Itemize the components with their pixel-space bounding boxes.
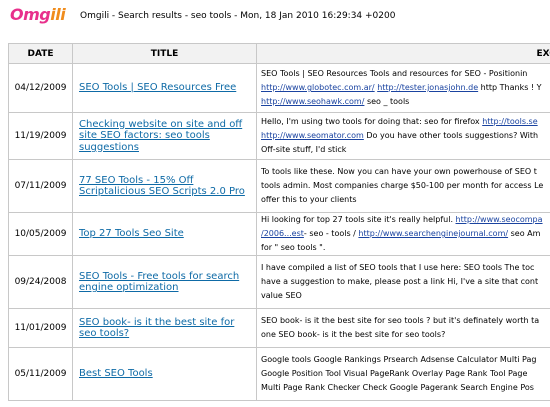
result-excerpt: I have compiled a list of SEO tools that… xyxy=(256,255,550,309)
result-date: 10/05/2009 xyxy=(8,212,73,256)
result-title-cell: SEO book- is it the best site for seo to… xyxy=(72,308,257,348)
omgili-logo[interactable]: Omgili xyxy=(10,5,70,25)
excerpt-text: Google Position Tool Visual PageRank Ove… xyxy=(261,369,528,378)
header-bar: Omgili Omgili - Search results - seo too… xyxy=(0,0,550,40)
result-row: 11/19/2009 Checking website on site and o… xyxy=(8,112,550,160)
excerpt-line: http://www.globotec.com.ar/ http://teste… xyxy=(261,81,550,95)
table-header-row: DATE TITLE EXCE xyxy=(8,43,550,64)
result-title-cell: SEO Tools | SEO Resources Free xyxy=(72,63,257,113)
excerpt-line: To tools like these. Now you can have yo… xyxy=(261,165,550,179)
excerpt-line: offer this to your clients xyxy=(261,193,550,207)
result-date: 09/24/2008 xyxy=(8,255,73,309)
excerpt-text: Off-site stuff, I'd stick xyxy=(261,145,347,154)
excerpt-line: Google tools Google Rankings Prsearch Ad… xyxy=(261,353,550,367)
excerpt-line: http://www.seomator.com Do you have othe… xyxy=(261,129,550,143)
excerpt-line: Hello, I'm using two tools for doing tha… xyxy=(261,115,550,129)
excerpt-text: seo _ tools xyxy=(364,97,410,106)
result-excerpt: Google tools Google Rankings Prsearch Ad… xyxy=(256,347,550,401)
result-title-cell: Best SEO Tools xyxy=(72,347,257,401)
result-title-cell: SEO Tools - Free tools for search engine… xyxy=(72,255,257,309)
excerpt-line: I have compiled a list of SEO tools that… xyxy=(261,261,550,275)
result-row: 09/24/2008 SEO Tools - Free tools for sea… xyxy=(8,255,550,309)
result-date: 04/12/2009 xyxy=(8,63,73,113)
excerpt-text: Google tools Google Rankings Prsearch Ad… xyxy=(261,355,537,364)
excerpt-text: To tools like these. Now you can have yo… xyxy=(261,167,537,176)
excerpt-line: tools admin. Most companies charge $50-1… xyxy=(261,179,550,193)
column-header-title[interactable]: TITLE xyxy=(72,43,257,64)
result-excerpt: SEO book- is it the best site for seo to… xyxy=(256,308,550,348)
excerpt-text: one SEO book- is it the best site for se… xyxy=(261,330,446,339)
result-row: 07/11/2009 77 SEO Tools - 15% Off Scripta… xyxy=(8,159,550,213)
excerpt-line: Multi Page Rank Checker Check Google Pag… xyxy=(261,381,550,395)
excerpt-line: SEO book- is it the best site for seo to… xyxy=(261,314,550,328)
result-title-link[interactable]: SEO Tools - Free tools for search engine… xyxy=(79,271,239,294)
excerpt-line: Hi looking for top 27 tools site it's re… xyxy=(261,214,550,228)
result-date: 05/11/2009 xyxy=(8,347,73,401)
excerpt-link[interactable]: http://www.seocompa xyxy=(456,215,543,224)
excerpt-text: Hello, I'm using two tools for doing tha… xyxy=(261,117,483,126)
excerpt-text: - seo - tools / xyxy=(303,229,359,238)
excerpt-text: SEO book- is it the best site for seo to… xyxy=(261,316,540,325)
result-date: 11/01/2009 xyxy=(8,308,73,348)
results-table: DATE TITLE EXCE 04/12/2009 SEO Tools | SE… xyxy=(8,43,550,401)
excerpt-line: Google Position Tool Visual PageRank Ove… xyxy=(261,367,550,381)
result-row: 11/01/2009 SEO book- is it the best site … xyxy=(8,308,550,348)
excerpt-text: http Thanks ! Y xyxy=(478,83,542,92)
column-header-date[interactable]: DATE xyxy=(8,43,73,64)
excerpt-text: for " seo tools ". xyxy=(261,243,326,252)
logo-text-accent: ili xyxy=(50,5,66,24)
result-title-link[interactable]: 77 SEO Tools - 15% Off Scriptalicious SE… xyxy=(79,175,245,198)
excerpt-line: /2006...est- seo - tools / http://www.se… xyxy=(261,227,550,241)
excerpt-line: for " seo tools ". xyxy=(261,241,550,255)
excerpt-text: Hi looking for top 27 tools site it's re… xyxy=(261,215,456,224)
result-title-link[interactable]: SEO book- is it the best site for seo to… xyxy=(79,317,234,340)
result-title-link[interactable]: Best SEO Tools xyxy=(79,368,153,379)
excerpt-link[interactable]: http://www.globotec.com.ar/ xyxy=(261,83,375,92)
excerpt-link[interactable]: /2006...est xyxy=(261,229,304,238)
result-excerpt: Hello, I'm using two tools for doing tha… xyxy=(256,112,550,160)
excerpt-link[interactable]: http://www.searchenginejournal.com/ xyxy=(358,229,508,238)
excerpt-text: offer this to your clients xyxy=(261,195,357,204)
excerpt-text: seo Am xyxy=(508,229,541,238)
excerpt-text: have a suggestion to make, please post a… xyxy=(261,277,539,286)
excerpt-link[interactable]: http://www.seomator.com xyxy=(261,131,364,140)
excerpt-text: value SEO xyxy=(261,291,302,300)
result-date: 07/11/2009 xyxy=(8,159,73,213)
result-excerpt: SEO Tools | SEO Resources Tools and reso… xyxy=(256,63,550,113)
result-title-cell: 77 SEO Tools - 15% Off Scriptalicious SE… xyxy=(72,159,257,213)
result-row: 05/11/2009 Best SEO Tools Google tools Goo… xyxy=(8,347,550,401)
excerpt-text: tools admin. Most companies charge $50-1… xyxy=(261,181,544,190)
excerpt-text: Multi Page Rank Checker Check Google Pag… xyxy=(261,383,534,392)
result-title-link[interactable]: SEO Tools | SEO Resources Free xyxy=(79,82,236,93)
result-row: 10/05/2009 Top 27 Tools Seo Site Hi lookin… xyxy=(8,212,550,256)
excerpt-line: have a suggestion to make, please post a… xyxy=(261,275,550,289)
result-row: 04/12/2009 SEO Tools | SEO Resources Free… xyxy=(8,63,550,113)
result-date: 11/19/2009 xyxy=(8,112,73,160)
excerpt-text: SEO Tools | SEO Resources Tools and reso… xyxy=(261,69,528,78)
result-title-link[interactable]: Top 27 Tools Seo Site xyxy=(79,228,184,239)
result-title-link[interactable]: Checking website on site and off site SE… xyxy=(79,119,242,153)
column-header-excerpt[interactable]: EXCE xyxy=(256,43,550,64)
result-title-cell: Checking website on site and off site SE… xyxy=(72,112,257,160)
excerpt-line: SEO Tools | SEO Resources Tools and reso… xyxy=(261,67,550,81)
excerpt-text: I have compiled a list of SEO tools that… xyxy=(261,263,535,272)
excerpt-link[interactable]: http://www.seohawk.com/ xyxy=(261,97,364,106)
logo-text-main: Omg xyxy=(10,5,51,24)
excerpt-link[interactable]: http://tester.jonasjohn.de xyxy=(377,83,478,92)
excerpt-line: value SEO xyxy=(261,289,550,303)
excerpt-line: one SEO book- is it the best site for se… xyxy=(261,328,550,342)
page-title: Omgili - Search results - seo tools - Mo… xyxy=(80,11,396,21)
result-excerpt: Hi looking for top 27 tools site it's re… xyxy=(256,212,550,256)
excerpt-link[interactable]: http://tools.se xyxy=(482,117,537,126)
excerpt-line: http://www.seohawk.com/ seo _ tools xyxy=(261,95,550,109)
result-excerpt: To tools like these. Now you can have yo… xyxy=(256,159,550,213)
excerpt-text: Do you have other tools suggestions? Wit… xyxy=(363,131,539,140)
excerpt-line: Off-site stuff, I'd stick xyxy=(261,143,550,157)
result-title-cell: Top 27 Tools Seo Site xyxy=(72,212,257,256)
